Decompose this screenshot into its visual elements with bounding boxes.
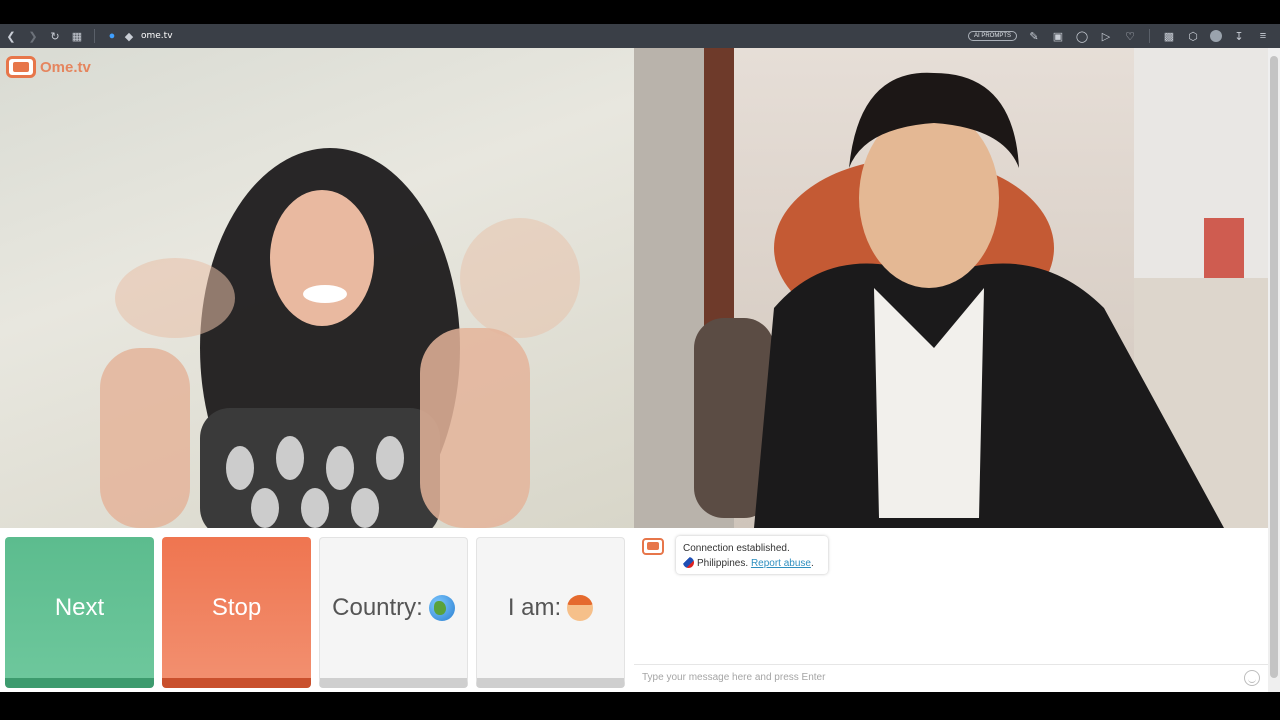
camera-icon[interactable]: ▣ <box>1047 24 1069 48</box>
stop-button[interactable]: Stop <box>162 537 311 688</box>
reload-icon[interactable]: ↻ <box>44 24 66 48</box>
partner-country: Philippines. <box>697 558 749 569</box>
cube-icon[interactable]: ⬡ <box>1182 24 1204 48</box>
remote-video: Ome.tv <box>0 48 634 528</box>
next-button-label: Next <box>54 593 105 621</box>
system-message: Connection established. Philippines. Rep… <box>676 536 828 574</box>
scrollbar-thumb[interactable] <box>1270 56 1278 678</box>
heart-icon[interactable]: ♡ <box>1119 24 1141 48</box>
next-button[interactable]: Next <box>5 537 154 688</box>
report-suffix: . <box>810 558 814 569</box>
bottom-letterbox <box>0 692 1280 720</box>
screen: ❮ ❯ ↻ ▦ ● ◆ ome.tv AI PROMPTS ✎ ▣ ◯ ▷ ♡ … <box>0 0 1280 720</box>
control-panel: Next Stop Country: I am: <box>0 528 634 692</box>
local-video <box>634 48 1268 528</box>
lock-icon[interactable]: ◆ <box>123 24 135 48</box>
camera-active-icon[interactable]: ● <box>101 24 123 48</box>
chat-panel: Connection established. Philippines. Rep… <box>634 528 1268 692</box>
edit-icon[interactable]: ✎ <box>1023 24 1045 48</box>
menu-icon[interactable]: ≡ <box>1252 24 1274 48</box>
gender-selector[interactable]: I am: <box>476 537 625 688</box>
back-icon[interactable]: ❮ <box>0 24 22 48</box>
page-scrollbar[interactable] <box>1268 48 1280 692</box>
tabs-grid-icon[interactable]: ▦ <box>66 24 88 48</box>
download-icon[interactable]: ↧ <box>1228 24 1250 48</box>
browser-toolbar: ❮ ❯ ↻ ▦ ● ◆ ome.tv AI PROMPTS ✎ ▣ ◯ ▷ ♡ … <box>0 24 1280 48</box>
shield-icon[interactable]: ◯ <box>1071 24 1093 48</box>
country-selector[interactable]: Country: <box>319 537 468 688</box>
toolbar-divider-right <box>1149 29 1150 43</box>
ai-prompts-button[interactable]: AI PROMPTS <box>967 31 1017 41</box>
remote-person-figure <box>100 148 580 528</box>
local-person-figure <box>634 48 1268 528</box>
philippines-flag-icon <box>683 557 694 568</box>
play-icon[interactable]: ▷ <box>1095 24 1117 48</box>
chat-input-row <box>634 664 1268 690</box>
report-abuse-link[interactable]: Report abuse <box>751 558 811 569</box>
country-selector-label: Country: <box>332 594 423 621</box>
screenshot-icon[interactable]: ▩ <box>1158 24 1180 48</box>
partner-country-line: Philippines. Report abuse. <box>683 556 821 571</box>
gender-selector-label: I am: <box>507 594 562 621</box>
system-avatar-icon <box>642 538 664 555</box>
chat-message-input[interactable] <box>634 665 1244 690</box>
boy-icon <box>567 595 594 621</box>
forward-icon[interactable]: ❯ <box>22 24 44 48</box>
connection-status: Connection established. <box>683 543 790 554</box>
profile-avatar[interactable] <box>1210 30 1222 42</box>
globe-icon <box>428 595 455 621</box>
toolbar-right: AI PROMPTS ✎ ▣ ◯ ▷ ♡ ▩ ⬡ ↧ ≡ <box>967 24 1274 48</box>
toolbar-divider <box>94 29 95 43</box>
address-bar-url[interactable]: ome.tv <box>141 31 173 41</box>
emoji-picker-icon[interactable] <box>1244 669 1260 686</box>
stop-button-label: Stop <box>211 593 262 621</box>
